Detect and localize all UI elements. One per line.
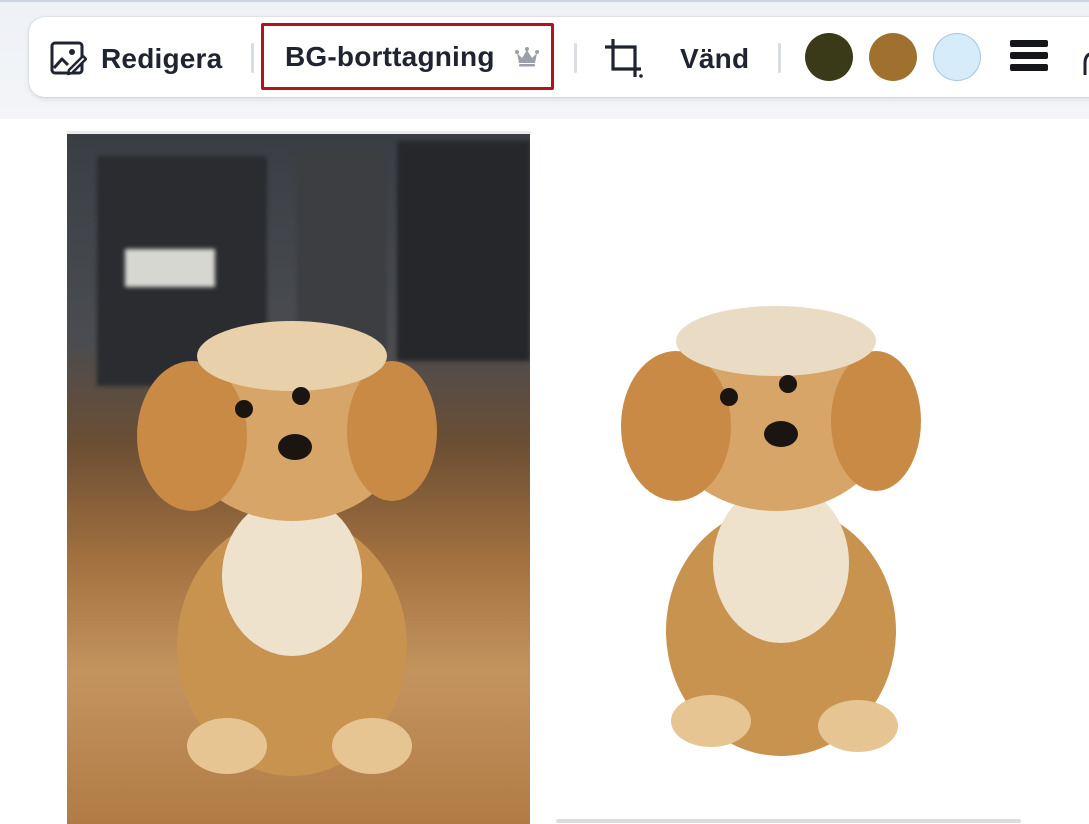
animate-icon xyxy=(1083,52,1089,75)
image-toolbar: Redigera BG-borttagning Vänd xyxy=(29,17,1089,97)
crop-icon xyxy=(605,39,643,78)
bg-removal-label: BG-borttagning xyxy=(285,40,495,72)
bg-removal-button[interactable]: BG-borttagning xyxy=(261,23,554,90)
color-swatch-tan[interactable] xyxy=(869,33,917,81)
color-swatch-light-blue[interactable] xyxy=(933,33,981,81)
toolbar-divider xyxy=(778,43,781,73)
menu-lines-icon xyxy=(1010,40,1048,76)
color-swatch-dark-olive[interactable] xyxy=(805,33,853,81)
more-options-button[interactable] xyxy=(1010,40,1048,76)
edit-label: Redigera xyxy=(101,43,223,74)
flip-button[interactable]: Vänd xyxy=(680,39,749,79)
edit-image-button[interactable]: Redigera xyxy=(49,39,222,79)
cutout-image[interactable] xyxy=(556,131,1026,824)
flip-label: Vänd xyxy=(680,43,750,74)
horizontal-scrollbar[interactable] xyxy=(556,819,1021,823)
puppy-original xyxy=(137,321,437,776)
animate-button[interactable] xyxy=(1080,47,1089,77)
puppy-cutout xyxy=(621,306,921,756)
toolbar-divider xyxy=(251,43,254,73)
toolbar-divider xyxy=(574,43,577,73)
original-image[interactable] xyxy=(67,131,530,824)
crown-icon xyxy=(514,46,539,66)
crop-button[interactable] xyxy=(603,37,645,79)
image-edit-icon xyxy=(50,41,87,76)
background-label xyxy=(125,249,215,287)
